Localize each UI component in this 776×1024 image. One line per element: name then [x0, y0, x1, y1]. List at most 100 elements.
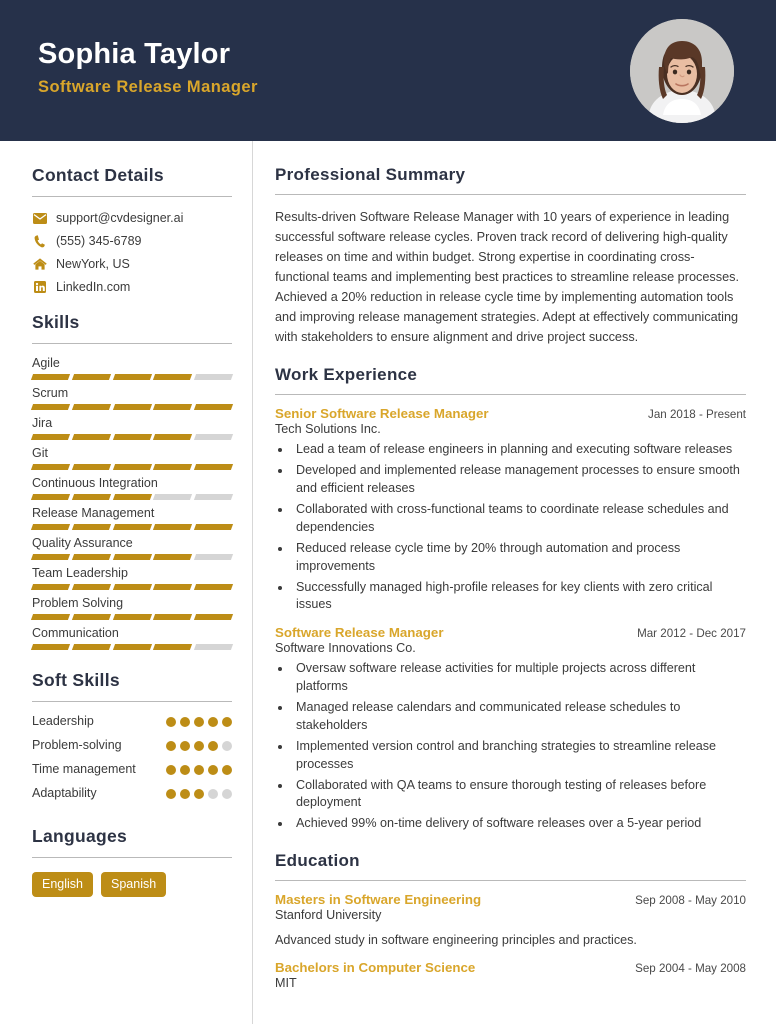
list-item[interactable]: LinkedIn.com [32, 280, 232, 294]
education-entry-description: Advanced study in software engineering p… [275, 933, 637, 948]
section-divider [32, 343, 232, 344]
education-entry-school: Stanford University [275, 908, 382, 923]
work-entry-date: Mar 2012 - Dec 2017 [637, 627, 746, 641]
skill-row: Jira [30, 416, 234, 440]
home-icon [32, 257, 47, 271]
skill-level-segment [30, 494, 70, 500]
language-chip[interactable]: Spanish [101, 872, 167, 897]
skill-level-segment [153, 644, 193, 650]
skill-level-bar [30, 644, 234, 650]
avatar [630, 18, 734, 123]
list-item[interactable]: NewYork, US [32, 257, 232, 271]
language-chip[interactable]: English [32, 872, 93, 897]
list-item: Managed release calendars and communicat… [292, 699, 746, 735]
rating-dot [208, 717, 218, 727]
list-item[interactable]: (555) 345-6789 [32, 234, 232, 248]
work-entry-role: Software Release Manager [275, 625, 444, 641]
skill-level-segment [112, 494, 152, 500]
skill-level-segment [30, 404, 70, 410]
soft-skills-list: Leadership Problem-solving Time management… [32, 714, 232, 804]
skill-level-segment [194, 554, 234, 560]
soft-skill-row: Problem-solving [32, 738, 232, 756]
rating-dot [180, 789, 190, 799]
rating-dot [194, 717, 204, 727]
work-entry-bullets: Oversaw software release activities for … [292, 660, 746, 833]
contact-section-title: Contact Details [32, 165, 164, 185]
rating-dot [222, 765, 232, 775]
skill-level-segment [30, 554, 70, 560]
rating-dot [208, 765, 218, 775]
work-experience-section-title: Work Experience [275, 365, 418, 385]
rating-dot [166, 765, 176, 775]
education-entry-school: MIT [275, 976, 297, 991]
contact-list: support@cvdesigner.ai (555) 345-6789 New… [32, 211, 232, 294]
soft-skill-row: Time management [32, 762, 232, 780]
list-item: Implemented version control and branchin… [292, 738, 746, 774]
skill-level-segment [194, 494, 234, 500]
skill-row: Team Leadership [30, 566, 234, 590]
skill-level-segment [112, 584, 152, 590]
skill-level-segment [71, 494, 111, 500]
rating-dot [208, 789, 218, 799]
soft-skill-name: Time management [32, 762, 136, 776]
rating-dot [208, 741, 218, 751]
soft-skill-name: Leadership [32, 714, 94, 728]
skill-name: Release Management [32, 506, 155, 520]
skill-name: Scrum [32, 386, 69, 400]
resume-page: Sophia Taylor Software Release Manager C… [0, 0, 776, 1024]
skill-level-bar [30, 494, 234, 500]
education-list: Masters in Software Engineering Sep 2008 … [275, 892, 746, 990]
skill-level-segment [30, 434, 70, 440]
skill-name: Jira [32, 416, 53, 430]
education-entry-date: Sep 2008 - May 2010 [635, 894, 746, 908]
list-item: Reduced release cycle time by 20% throug… [292, 540, 746, 576]
page-title: Sophia Taylor [38, 37, 231, 70]
rating-dot [180, 717, 190, 727]
rating-dot [222, 717, 232, 727]
list-item: Achieved 99% on-time delivery of softwar… [292, 815, 746, 833]
education-entry-date: Sep 2004 - May 2008 [635, 962, 746, 976]
work-entry-bullets: Lead a team of release engineers in plan… [292, 441, 746, 614]
list-item: Oversaw software release activities for … [292, 660, 746, 696]
avatar-photo-icon [630, 18, 734, 123]
work-entry-role: Senior Software Release Manager [275, 406, 489, 422]
skill-level-segment [71, 524, 111, 530]
summary-section-title: Professional Summary [275, 165, 466, 184]
soft-skill-row: Adaptability [32, 786, 232, 804]
skill-level-bar [30, 524, 234, 530]
skill-row: Communication [30, 626, 234, 650]
rating-dot [194, 741, 204, 751]
soft-skills-section: Soft Skills Leadership Problem-solving Tim… [32, 670, 232, 804]
soft-skill-name: Adaptability [32, 786, 97, 800]
section-divider [275, 880, 746, 882]
skill-level-bar [30, 374, 234, 380]
skill-level-segment [194, 464, 234, 470]
skill-level-segment [194, 524, 234, 530]
skill-level-bar [30, 404, 234, 410]
skill-level-segment [112, 374, 152, 380]
resume-body: Contact Details support@cvdesigner.ai (5… [0, 141, 776, 1024]
list-item: Developed and implemented release manage… [292, 462, 746, 498]
section-divider [275, 394, 746, 396]
skill-level-segment [71, 554, 111, 560]
skill-level-segment [30, 614, 70, 620]
list-item[interactable]: support@cvdesigner.ai [32, 211, 232, 225]
header-text-block: Sophia Taylor Software Release Manager [38, 38, 258, 103]
skill-level-segment [153, 464, 193, 470]
sidebar: Contact Details support@cvdesigner.ai (5… [0, 141, 253, 1024]
skill-level-segment [30, 584, 70, 590]
education-entry: Masters in Software Engineering Sep 2008 … [275, 892, 746, 949]
work-entry-header: Senior Software Release Manager Jan 2018 … [275, 406, 746, 421]
soft-skill-rating [166, 714, 232, 727]
skill-level-bar [30, 614, 234, 620]
skill-level-segment [153, 554, 193, 560]
education-section: Education Masters in Software Engineerin… [275, 851, 746, 990]
education-entry-header: Masters in Software Engineering Sep 2008 … [275, 892, 746, 907]
rating-dot [166, 789, 176, 799]
skill-row: Quality Assurance [30, 536, 234, 560]
skill-level-segment [153, 494, 193, 500]
skill-level-segment [30, 524, 70, 530]
languages-section-title: Languages [32, 826, 128, 846]
skill-level-segment [194, 644, 234, 650]
skill-level-segment [112, 434, 152, 440]
